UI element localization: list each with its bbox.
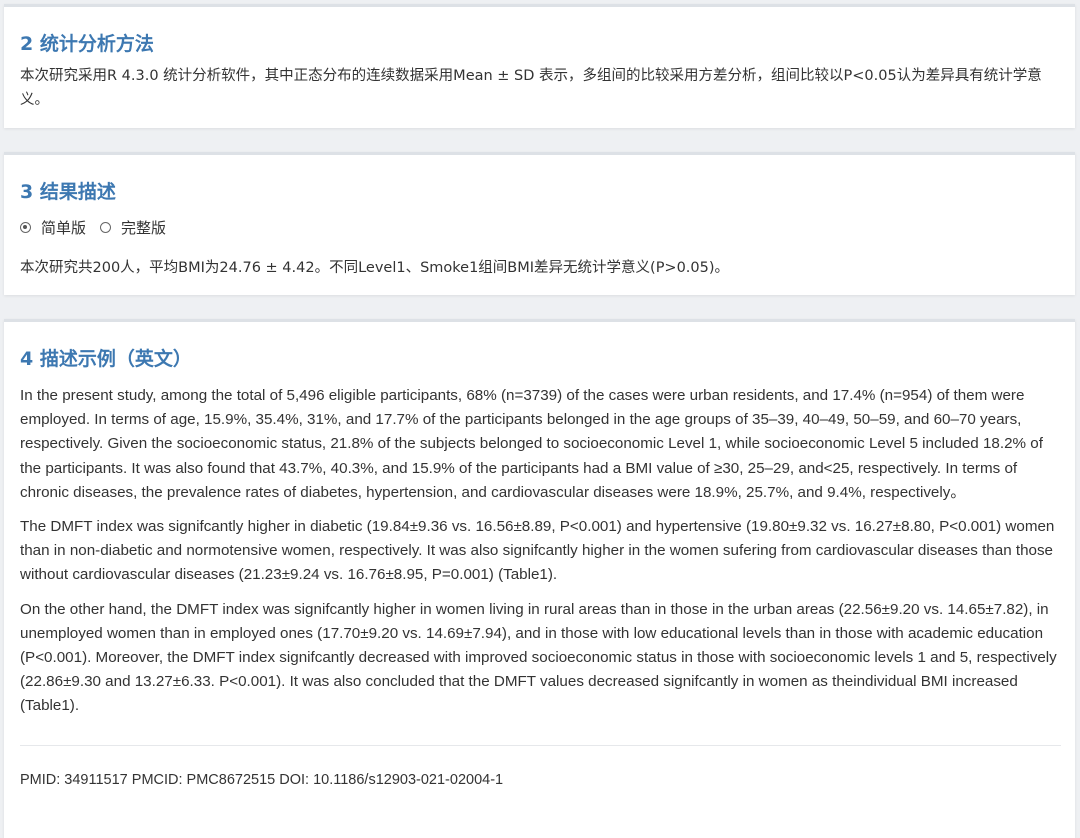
results-card: 3 结果描述 简单版 完整版 本次研究共200人，平均BMI为24.76 ± 4…	[4, 152, 1075, 295]
stats-method-card: 2 统计分析方法 本次研究采用R 4.3.0 统计分析软件，其中正态分布的连续数…	[4, 4, 1075, 128]
english-example-card: 4 描述示例（英文） In the present study, among t…	[4, 319, 1075, 838]
radio-unchecked-icon[interactable]	[100, 221, 112, 233]
section-title-results: 3 结果描述	[20, 181, 116, 203]
citation-footer: PMID: 34911517 PMCID: PMC8672515 DOI: 10…	[20, 771, 504, 788]
radio-checked-icon[interactable]	[20, 221, 31, 233]
results-text: 本次研究共200人，平均BMI为24.76 ± 4.42。不同Level1、Sm…	[20, 260, 730, 276]
section-title-english-example: 4 描述示例（英文）	[20, 348, 192, 370]
radio-label-simple: 简单版	[41, 218, 87, 237]
example-paragraph-3: On the other hand, the DMFT index was si…	[20, 600, 1057, 715]
example-paragraph-1: In the present study, among the total of…	[20, 387, 1043, 501]
radio-full-version[interactable]: 完整版	[100, 217, 166, 238]
version-radio-group: 简单版 完整版	[20, 215, 1061, 239]
example-paragraph-2: The DMFT index was signifcantly higher i…	[20, 518, 1055, 584]
stats-method-text: 本次研究采用R 4.3.0 统计分析软件，其中正态分布的连续数据采用Mean ±…	[20, 68, 1042, 108]
radio-simple-version[interactable]: 简单版	[20, 217, 86, 238]
footer-divider	[20, 744, 1061, 746]
radio-label-full: 完整版	[121, 218, 167, 237]
section-title-stats-method: 2 统计分析方法	[20, 33, 154, 55]
